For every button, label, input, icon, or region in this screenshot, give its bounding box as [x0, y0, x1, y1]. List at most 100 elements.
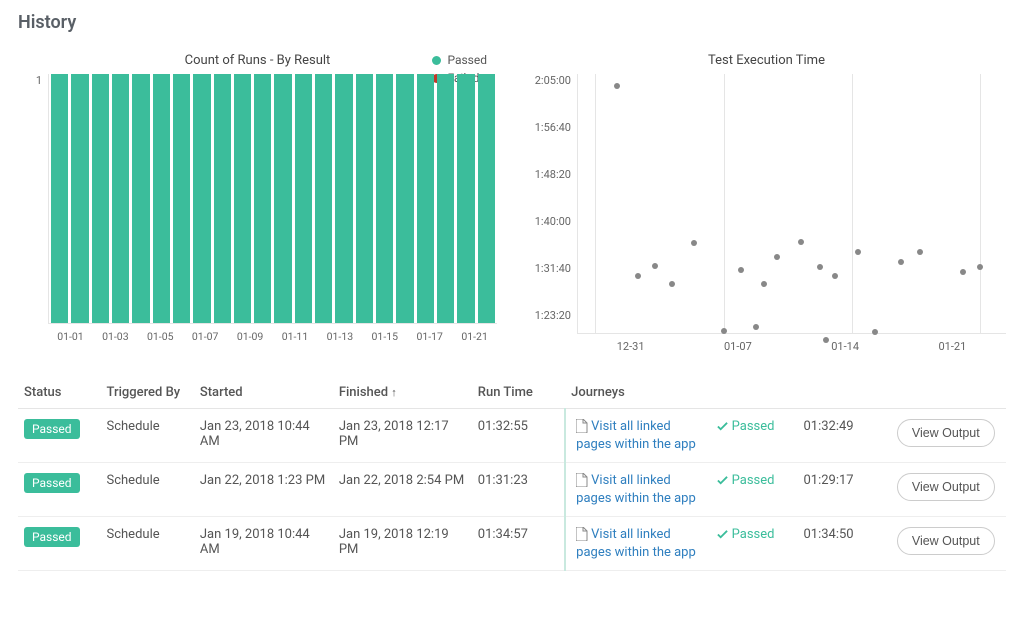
bar-ytick: 1 — [36, 74, 42, 87]
bar — [71, 74, 88, 323]
bar — [396, 74, 413, 323]
bar — [153, 74, 170, 323]
journey-status: Passed — [717, 527, 775, 542]
cell-triggered-by: Schedule — [101, 517, 194, 571]
legend-item-passed: Passed — [432, 53, 487, 67]
scatter-point — [832, 273, 838, 279]
scatter-area: 2:05:001:56:401:48:201:40:001:31:401:23:… — [527, 74, 1006, 334]
bar — [274, 74, 291, 323]
th-journey-time — [797, 377, 890, 409]
scatter-point — [977, 264, 983, 270]
document-icon — [576, 473, 588, 491]
scatter-point — [898, 259, 904, 265]
th-run-time[interactable]: Run Time — [472, 377, 565, 409]
scatter-point — [960, 269, 966, 275]
scatter-xtick: 01-14 — [792, 340, 899, 353]
cell-triggered-by: Schedule — [101, 409, 194, 463]
scatter-point — [753, 324, 759, 330]
bar — [254, 74, 271, 323]
scatter-point — [855, 249, 861, 255]
th-journeys[interactable]: Journeys — [565, 377, 710, 409]
bar — [214, 74, 231, 323]
bar-chart-area: 1 — [18, 74, 497, 324]
scatter-point — [917, 249, 923, 255]
scatter-point — [798, 239, 804, 245]
scatter-point — [669, 281, 675, 287]
bar-chart-title: Count of Runs - By Result — [18, 53, 497, 68]
bar — [315, 74, 332, 323]
th-action — [891, 377, 1006, 409]
scatter-point — [738, 267, 744, 273]
scatter-gridline — [980, 74, 981, 333]
status-badge: Passed — [24, 419, 80, 439]
cell-finished: Jan 23, 2018 12:17 PM — [333, 409, 472, 463]
bar — [92, 74, 109, 323]
journey-link[interactable]: Visit all linked pages within the app — [576, 473, 696, 506]
bar-chart-card: Count of Runs - By Result Passed Failed … — [18, 53, 497, 353]
bar — [173, 74, 190, 323]
bar — [335, 74, 352, 323]
bar-xtick: 01-11 — [273, 330, 318, 343]
scatter-xtick: 01-07 — [684, 340, 791, 353]
bar — [376, 74, 393, 323]
bar — [356, 74, 373, 323]
bar-xtick: 01-17 — [407, 330, 452, 343]
bar — [234, 74, 251, 323]
sort-ascending-icon: ↑ — [391, 386, 397, 399]
th-journey-status — [711, 377, 798, 409]
table-row: PassedScheduleJan 19, 2018 10:44 AMJan 1… — [18, 517, 1006, 571]
bar — [417, 74, 434, 323]
scatter-chart-card: Test Execution Time 2:05:001:56:401:48:2… — [527, 53, 1006, 353]
journey-link[interactable]: Visit all linked pages within the app — [576, 419, 696, 452]
journey-status: Passed — [717, 419, 775, 434]
scatter-xaxis: 12-3101-0701-1401-21 — [577, 334, 1006, 353]
bar-xtick: 01-01 — [48, 330, 93, 343]
scatter-ytick: 1:56:40 — [535, 121, 571, 134]
scatter-ytick: 1:31:40 — [535, 262, 571, 275]
scatter-point — [721, 328, 727, 334]
cell-journey-time: 01:34:50 — [797, 517, 890, 571]
document-icon — [576, 419, 588, 437]
journey-link[interactable]: Visit all linked pages within the app — [576, 527, 696, 560]
cell-started: Jan 19, 2018 10:44 AM — [194, 517, 333, 571]
cell-journey-time: 01:32:49 — [797, 409, 890, 463]
bar-xtick: 01-21 — [452, 330, 497, 343]
th-status[interactable]: Status — [18, 377, 101, 409]
view-output-button[interactable]: View Output — [897, 527, 995, 555]
cell-started: Jan 22, 2018 1:23 PM — [194, 463, 333, 517]
cell-finished: Jan 22, 2018 2:54 PM — [333, 463, 472, 517]
th-started[interactable]: Started — [194, 377, 333, 409]
journey-status: Passed — [717, 473, 775, 488]
bar-xaxis: 01-0101-0301-0501-0701-0901-1101-1301-15… — [48, 324, 497, 343]
cell-run-time: 01:32:55 — [472, 409, 565, 463]
table-row: PassedScheduleJan 22, 2018 1:23 PMJan 22… — [18, 463, 1006, 517]
scatter-ytick: 1:48:20 — [535, 168, 571, 181]
bar-xtick: 01-07 — [183, 330, 228, 343]
scatter-xtick: 01-21 — [899, 340, 1006, 353]
cell-journey-time: 01:29:17 — [797, 463, 890, 517]
scatter-point — [761, 281, 767, 287]
cell-run-time: 01:31:23 — [472, 463, 565, 517]
scatter-yaxis: 2:05:001:56:401:48:201:40:001:31:401:23:… — [527, 74, 577, 334]
scatter-point — [774, 254, 780, 260]
bar-xtick: 01-09 — [228, 330, 273, 343]
scatter-gridline — [724, 74, 725, 333]
view-output-button[interactable]: View Output — [897, 419, 995, 447]
bar-plot — [48, 74, 497, 324]
scatter-plot — [577, 74, 1006, 334]
th-finished[interactable]: Finished ↑ — [333, 377, 472, 409]
bar — [478, 74, 495, 323]
view-output-button[interactable]: View Output — [897, 473, 995, 501]
bar — [193, 74, 210, 323]
scatter-point — [872, 329, 878, 335]
scatter-ytick: 1:40:00 — [535, 215, 571, 228]
scatter-point — [823, 337, 829, 343]
scatter-gridline — [852, 74, 853, 333]
scatter-chart-title: Test Execution Time — [527, 53, 1006, 68]
history-tbody: PassedScheduleJan 23, 2018 10:44 AMJan 2… — [18, 409, 1006, 571]
page-title: History — [18, 12, 1006, 33]
bar — [295, 74, 312, 323]
th-triggered-by[interactable]: Triggered By — [101, 377, 194, 409]
bar — [51, 74, 68, 323]
bar-xtick: 01-13 — [317, 330, 362, 343]
